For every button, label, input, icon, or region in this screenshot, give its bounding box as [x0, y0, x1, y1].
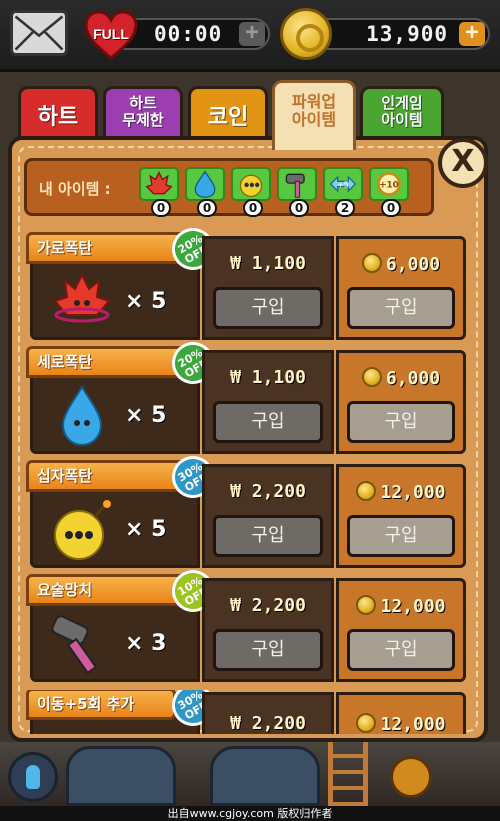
heart-icon: FULL — [84, 10, 138, 60]
slot-count: 0 — [151, 199, 171, 217]
coin-icon — [361, 253, 382, 273]
castle-door — [210, 746, 320, 806]
cash-price: ₩ 2,200 — [230, 713, 306, 734]
list-item: × 5 세로폭탄 20% OFF ₩ 1,100 구입 6,000 구입 — [26, 334, 466, 454]
item-name: 요술망치 — [26, 574, 196, 606]
slot-count: 0 — [197, 199, 217, 217]
slot-count: 0 — [381, 199, 401, 217]
tab-unlimited-heart-line1: 하트 — [129, 94, 157, 112]
heart-timer: 00:00 — [154, 22, 223, 46]
coin-price-box: 6,000 구입 — [336, 236, 466, 340]
coin-icon — [280, 8, 332, 60]
cash-price-box: ₩ 1,100 구입 — [202, 236, 334, 340]
cash-price-box: ₩ 2,200 구입 — [202, 464, 334, 568]
item-name: 이동+5회 추가 — [26, 690, 176, 720]
tab-powerup-item-line2: 아이템 — [291, 110, 337, 129]
coin-price-box: 6,000 구입 — [336, 350, 466, 454]
item-quantity: × 3 — [125, 631, 167, 656]
item-name: 가로폭탄 — [26, 232, 196, 264]
item-name: 십자폭탄 — [26, 460, 196, 492]
fire-bomb-icon: 0 — [139, 167, 179, 217]
coin-icon — [356, 481, 377, 501]
coin-icon — [356, 713, 377, 733]
source-credit: 出自www.cgjoy.com 版权归作者 — [0, 806, 500, 821]
tab-ingame-item-line1: 인게임 — [381, 94, 423, 112]
buy-with-cash-button[interactable]: 구입 — [213, 401, 323, 443]
list-clip: 이동+5회 추가 30% OFF ₩ 2,200 12,000 — [0, 690, 500, 734]
move-arrows-icon: +5 2 — [323, 167, 363, 217]
my-items-bar: 내 아이템 : 0 0 0 0 +5 2 +10 0 — [24, 158, 434, 217]
coin-price-box: 12,000 — [336, 692, 466, 734]
coin-price: 6,000 — [385, 368, 441, 389]
coin-price: 12,000 — [380, 596, 446, 617]
item-quantity: × 5 — [125, 403, 167, 428]
add-heart-button[interactable]: + — [239, 22, 265, 46]
buy-with-coin-button[interactable]: 구입 — [347, 515, 455, 557]
buy-with-cash-button[interactable]: 구입 — [213, 629, 323, 671]
buy-with-coin-button[interactable]: 구입 — [347, 401, 455, 443]
mascot-icon — [390, 756, 432, 798]
list-item: × 5 십자폭탄 30% OFF ₩ 2,200 구입 12,000 구입 — [26, 448, 466, 568]
add-coin-button[interactable]: + — [459, 22, 485, 46]
tab-coin-label: 코인 — [207, 105, 249, 130]
svg-text:+10: +10 — [379, 181, 399, 191]
buy-with-coin-button[interactable]: 구입 — [347, 287, 455, 329]
slot-count: 0 — [243, 199, 263, 217]
fire-bomb-icon — [47, 269, 117, 335]
water-drop-bomb-icon: 0 — [185, 167, 225, 217]
tab-powerup-item[interactable]: 파워업 아이템 — [272, 80, 356, 150]
cash-price: ₩ 2,200 — [230, 595, 306, 616]
tab-heart-label: 하트 — [37, 105, 79, 130]
slot-count: 0 — [289, 199, 309, 217]
tab-unlimited-heart-line2: 무제한 — [122, 111, 164, 129]
cash-price-box: ₩ 1,100 구입 — [202, 350, 334, 454]
cash-price: ₩ 1,100 — [230, 367, 306, 388]
slot-count: 2 — [335, 199, 355, 217]
water-drop-bomb-icon — [47, 383, 117, 449]
coin-price: 12,000 — [380, 482, 446, 503]
coin-price-box: 12,000 구입 — [336, 578, 466, 682]
coin-price-box: 12,000 구입 — [336, 464, 466, 568]
cash-price: ₩ 1,100 — [230, 253, 306, 274]
cash-price-box: ₩ 2,200 구입 — [202, 578, 334, 682]
cash-price-box: ₩ 2,200 — [202, 692, 334, 734]
buy-with-cash-button[interactable]: 구입 — [213, 287, 323, 329]
buy-with-coin-button[interactable]: 구입 — [347, 629, 455, 671]
list-item: 이동+5회 추가 30% OFF ₩ 2,200 12,000 — [26, 690, 466, 734]
yellow-bomb-icon — [47, 497, 117, 563]
list-item: × 3 요술망치 10% OFF ₩ 2,200 구입 12,000 구입 — [26, 562, 466, 682]
magic-hammer-icon — [47, 611, 117, 677]
buy-with-cash-button[interactable]: 구입 — [213, 515, 323, 557]
heart-full-label: FULL — [93, 26, 129, 42]
tab-ingame-item-line2: 아이템 — [381, 111, 423, 129]
keyhole-icon[interactable] — [8, 752, 58, 802]
item-quantity: × 5 — [125, 517, 167, 542]
tab-powerup-item-line1: 파워업 — [291, 92, 337, 111]
magic-hammer-icon: 0 — [277, 167, 317, 217]
plus-ten-icon: +10 0 — [369, 167, 409, 217]
coin-price: 12,000 — [380, 714, 446, 734]
svg-text:+5: +5 — [337, 181, 349, 190]
ladder — [328, 742, 368, 808]
coin-icon — [361, 367, 382, 387]
coin-balance: 13,900 — [366, 22, 448, 46]
my-items-label: 내 아이템 : — [39, 180, 111, 198]
coin-icon — [356, 595, 377, 615]
yellow-bomb-icon: 0 — [231, 167, 271, 217]
item-quantity: × 5 — [125, 289, 167, 314]
list-item: × 5 가로폭탄 20% OFF ₩ 1,100 구입 6,000 구입 — [26, 220, 466, 340]
close-button[interactable]: X — [438, 138, 488, 188]
castle-door — [66, 746, 176, 806]
cash-price: ₩ 2,200 — [230, 481, 306, 502]
coin-price: 6,000 — [385, 254, 441, 275]
mail-icon[interactable] — [10, 10, 68, 56]
item-name: 세로폭탄 — [26, 346, 196, 378]
